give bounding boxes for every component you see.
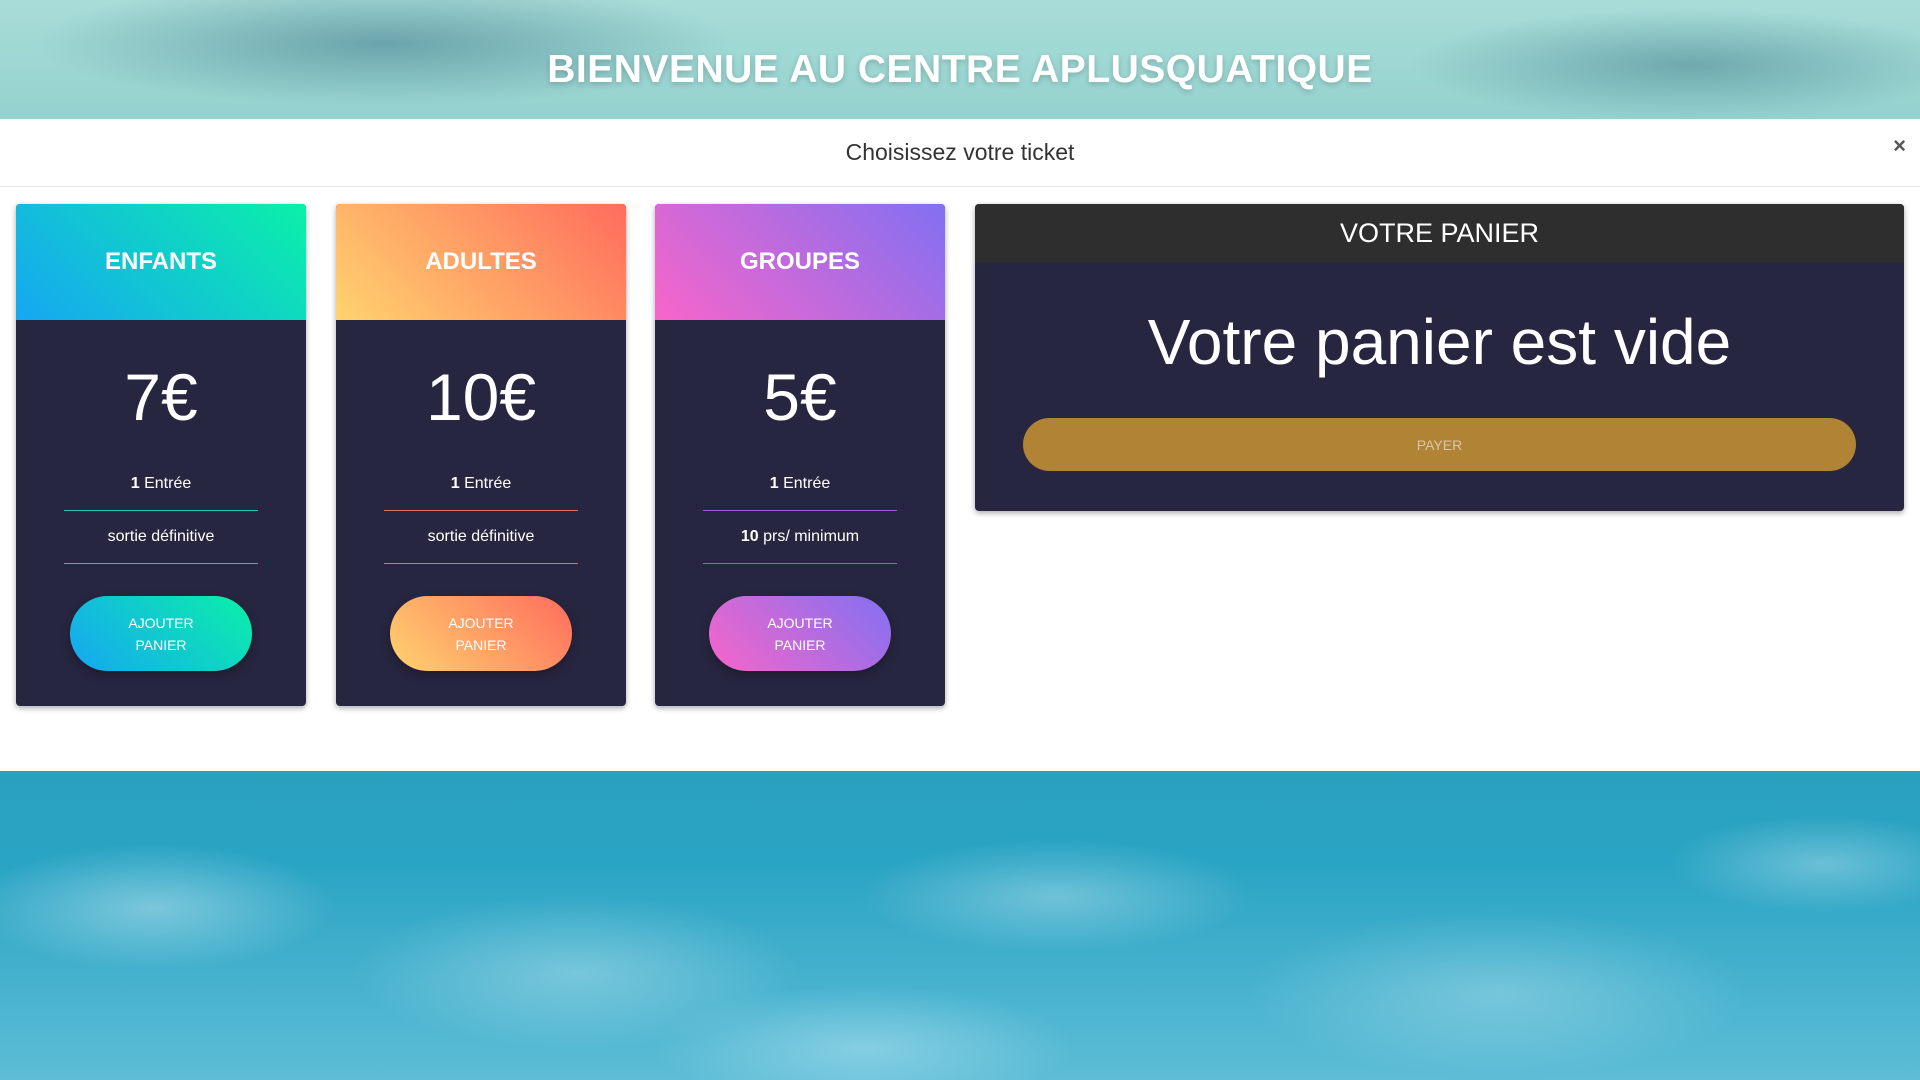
ticket-detail-line: 10 prs/ minimum <box>703 511 897 564</box>
ticket-entry-line: 1 Entrée <box>384 458 578 511</box>
add-button-label-line1: AJOUTER <box>448 614 514 631</box>
ticket-entry-line: 1 Entrée <box>703 458 897 511</box>
ticket-card-kids: ENFANTS 7€ 1 Entrée sortie définitive AJ… <box>16 204 306 706</box>
add-to-cart-button-groups[interactable]: AJOUTER PANIER <box>709 596 891 671</box>
ticket-detail-line: sortie définitive <box>384 511 578 564</box>
add-button-label-line2: PANIER <box>774 636 826 653</box>
entry-count: 1 <box>769 475 779 492</box>
add-button-label-line1: AJOUTER <box>767 614 833 631</box>
ticket-card-adults: ADULTES 10€ 1 Entrée sortie définitive A… <box>336 204 626 706</box>
cart-panel: VOTRE PANIER Votre panier est vide PAYER <box>975 204 1904 511</box>
cart-empty-message: Votre panier est vide <box>1147 306 1732 378</box>
ticket-entry-line: 1 Entrée <box>64 458 258 511</box>
modal-header: Choisissez votre ticket × <box>0 119 1920 187</box>
add-button-label-line2: PANIER <box>135 636 187 653</box>
ticket-price: 5€ <box>763 360 837 434</box>
entry-count: 1 <box>130 475 140 492</box>
ticket-card-title: ADULTES <box>336 204 626 320</box>
detail-text: sortie définitive <box>107 528 215 545</box>
pay-button[interactable]: PAYER <box>1023 418 1856 471</box>
detail-bold: 10 <box>740 528 759 545</box>
ticket-modal: Choisissez votre ticket × ENFANTS 7€ 1 E… <box>0 119 1920 771</box>
ticket-card-title: ENFANTS <box>16 204 306 320</box>
ticket-detail-line: sortie définitive <box>64 511 258 564</box>
ticket-price: 10€ <box>425 360 537 434</box>
add-to-cart-button-kids[interactable]: AJOUTER PANIER <box>70 596 252 671</box>
ticket-price: 7€ <box>124 360 198 434</box>
cart-title: VOTRE PANIER <box>975 204 1904 262</box>
add-button-label-line1: AJOUTER <box>128 614 194 631</box>
entry-label: Entrée <box>783 475 831 492</box>
modal-title: Choisissez votre ticket <box>845 139 1075 165</box>
ticket-card-groups: GROUPES 5€ 1 Entrée 10 prs/ minimum AJOU… <box>655 204 945 706</box>
entry-label: Entrée <box>144 475 192 492</box>
detail-text: sortie définitive <box>427 528 535 545</box>
add-to-cart-button-adults[interactable]: AJOUTER PANIER <box>390 596 572 671</box>
close-icon[interactable]: × <box>1893 133 1906 159</box>
entry-label: Entrée <box>464 475 512 492</box>
add-button-label-line2: PANIER <box>455 636 507 653</box>
ticket-card-title: GROUPES <box>655 204 945 320</box>
detail-text: prs/ minimum <box>763 528 860 545</box>
page-title: BIENVENUE AU CENTRE APLUSQUATIQUE <box>547 48 1373 91</box>
entry-count: 1 <box>450 475 460 492</box>
